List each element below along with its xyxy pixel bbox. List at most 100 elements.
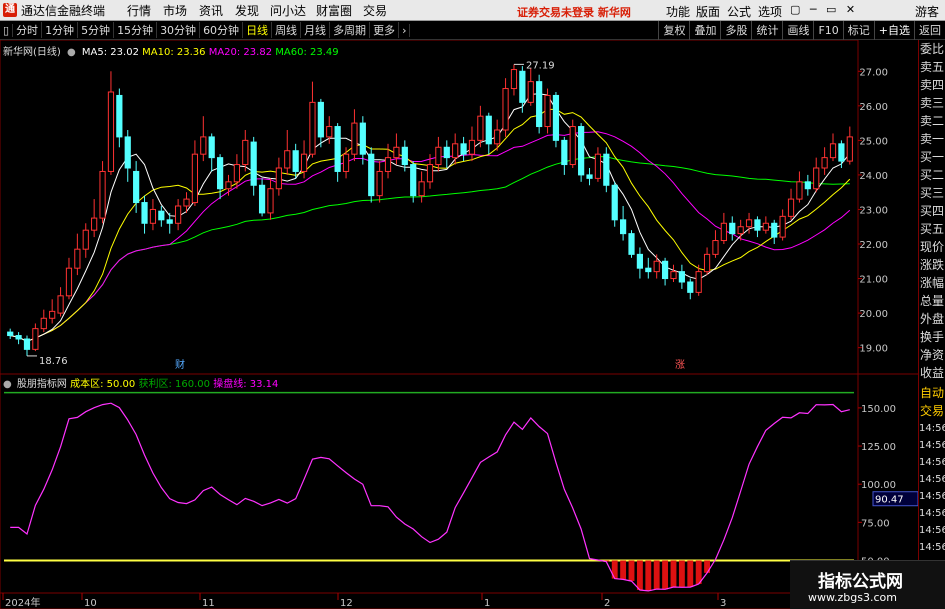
tick-time: 14:56 <box>919 457 945 468</box>
quote-label: 买二 <box>920 168 945 182</box>
candle-body <box>309 101 316 155</box>
auto-trade-button-line2[interactable]: 交易 <box>919 402 945 420</box>
tool-draw[interactable]: 画线 <box>782 21 813 40</box>
period-daily[interactable]: 日线 <box>243 22 273 38</box>
candle-body <box>7 331 14 337</box>
app-logo-icon: 通 <box>3 3 17 17</box>
candle-body <box>703 253 711 273</box>
candle-body <box>32 328 39 350</box>
price-tick-label: 22.00 <box>859 240 888 251</box>
period-multi[interactable]: 多周期 <box>330 22 371 38</box>
menu-item-options[interactable]: 选项 <box>758 3 782 20</box>
candle-body <box>175 205 182 224</box>
period-weekly[interactable]: 周线 <box>272 22 302 38</box>
candle-body <box>233 164 240 183</box>
tool-mark[interactable]: 标记 <box>842 21 874 40</box>
price-chart[interactable]: 19.00 20.00 21.00 22.00 23.00 24.00 25.00 26.00… <box>0 40 918 609</box>
candle-body <box>401 146 408 166</box>
tool-stats[interactable]: 统计 <box>751 21 782 40</box>
period-intraday[interactable]: 分时 <box>13 22 43 38</box>
candle-body <box>452 143 459 159</box>
window-controls[interactable]: ▢ ─ ▭ ✕ <box>790 3 858 16</box>
chevron-right-icon[interactable]: › <box>399 23 411 37</box>
candle-body <box>124 136 131 169</box>
quote-label: 净资 <box>920 348 945 362</box>
menu-item-discover[interactable]: 发现 <box>229 2 265 19</box>
candle-body <box>645 267 652 273</box>
cost-bar <box>670 560 677 587</box>
tool-multi-stock[interactable]: 多股 <box>720 21 751 40</box>
quote-label: 卖二 <box>920 114 945 128</box>
period-1min[interactable]: 1分钟 <box>42 22 79 38</box>
candle-body <box>158 210 165 221</box>
watermark-url: www.zbgs3.com <box>808 591 897 604</box>
candle-body <box>460 143 467 155</box>
quote-label: 卖四 <box>920 78 945 92</box>
period-5min[interactable]: 5分钟 <box>78 22 115 38</box>
candle-body <box>653 260 660 273</box>
candle-body <box>468 139 476 155</box>
quote-label: 卖一 <box>920 132 945 146</box>
cost-bar <box>628 560 635 582</box>
menu-item-wealth-circle[interactable]: 财富圈 <box>311 2 357 19</box>
login-notice[interactable]: 证券交易未登录 新华网 <box>517 4 631 20</box>
quote-label: 买四 <box>920 204 945 218</box>
period-more[interactable]: 更多 <box>370 22 400 38</box>
back-button[interactable]: 返回 <box>914 21 945 40</box>
candle-body <box>779 215 786 238</box>
tick-time: 14:56 <box>919 440 945 451</box>
quote-label: 外盘 <box>920 312 945 326</box>
candle-body <box>91 217 98 231</box>
menu-item-formula[interactable]: 公式 <box>727 3 751 20</box>
toolbar-split-icon[interactable]: ▯ <box>0 23 14 37</box>
cost-bar <box>662 560 669 590</box>
candle-body <box>435 146 442 166</box>
menu-item-quotes[interactable]: 行情 <box>121 2 157 19</box>
menu-item-news[interactable]: 资讯 <box>193 2 229 19</box>
trading-terminal-window: 通 通达信金融终端 行情 市场 资讯 发现 问小达 财富圈 交易 证券交易未登录… <box>0 0 945 609</box>
cost-bar <box>620 560 627 580</box>
quote-label: 涨跌 <box>920 258 945 272</box>
period-60min[interactable]: 60分钟 <box>200 22 244 38</box>
tool-overlay[interactable]: 叠加 <box>689 21 720 40</box>
candle-body <box>636 253 644 269</box>
candle-body <box>502 88 509 131</box>
price-tick-label: 25.00 <box>859 136 888 147</box>
candle-body <box>594 153 602 179</box>
indicator-tick-label: 125.00 <box>861 442 896 453</box>
candle-body <box>670 271 677 280</box>
tick-time: 14:56 <box>919 508 945 519</box>
candle-body <box>317 101 324 138</box>
candle-body <box>754 219 761 231</box>
candle-body <box>477 115 484 141</box>
period-15min[interactable]: 15分钟 <box>114 22 158 38</box>
tick-time: 14:56 <box>919 423 945 434</box>
cost-bar <box>687 560 694 588</box>
candle-body <box>141 202 148 224</box>
menu-item-function[interactable]: 功能 <box>666 3 690 20</box>
candle-body <box>208 136 215 159</box>
quote-label: 收益 <box>920 366 945 380</box>
candle-body <box>762 222 769 231</box>
auto-trade-button[interactable]: 自动 <box>919 384 945 402</box>
menu-item-trade[interactable]: 交易 <box>357 2 393 19</box>
cost-bar <box>704 560 711 573</box>
tool-adjust[interactable]: 复权 <box>658 21 689 40</box>
candle-body <box>426 164 434 183</box>
candle-body <box>368 153 375 197</box>
candle-body <box>384 157 392 172</box>
candle-body <box>57 295 64 314</box>
period-30min[interactable]: 30分钟 <box>157 22 201 38</box>
period-monthly[interactable]: 月线 <box>301 22 331 38</box>
menu-item-ask[interactable]: 问小达 <box>265 2 311 19</box>
price-tick-label: 20.00 <box>859 309 888 320</box>
menu-item-layout[interactable]: 版面 <box>696 3 720 20</box>
candle-body <box>813 167 820 190</box>
candle-body <box>242 139 249 166</box>
app-title: 通达信金融终端 <box>21 3 106 18</box>
guest-label[interactable]: 游客 <box>915 3 939 20</box>
menu-item-market[interactable]: 市场 <box>157 2 193 19</box>
add-watchlist-button[interactable]: +自选 <box>873 21 914 40</box>
candle-body <box>49 310 56 319</box>
tool-f10[interactable]: F10 <box>813 21 842 40</box>
